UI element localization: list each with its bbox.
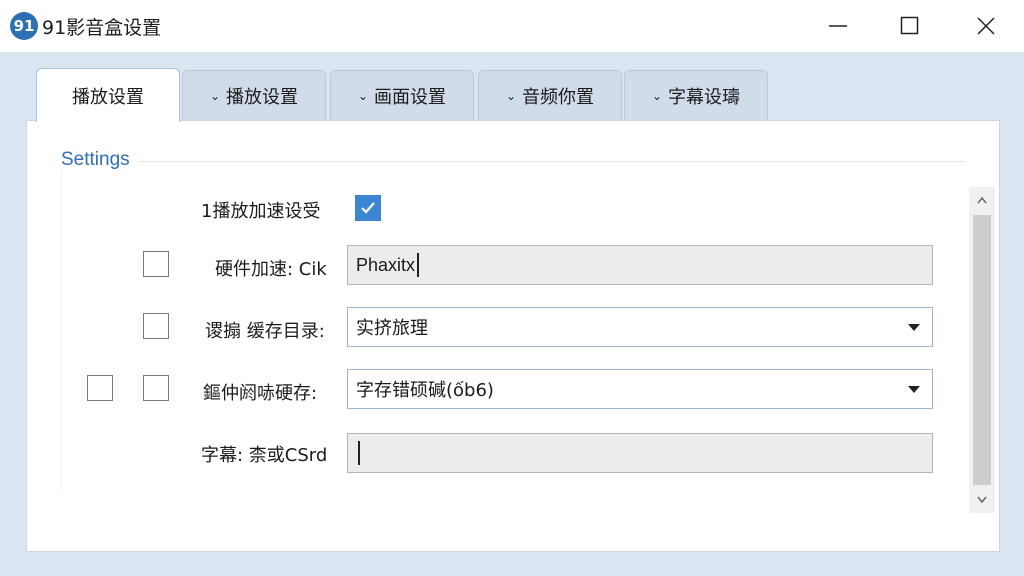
cache-dir-value: 实挤旅理 [356, 318, 428, 339]
maximize-button[interactable] [890, 8, 930, 44]
cache-hw-select[interactable]: 字存错硕碱(ốb6) [347, 369, 933, 409]
cache-hw-label: 鏂仲阏哧硬存: [203, 383, 318, 404]
chevron-up-icon [977, 196, 987, 204]
text-caret [358, 441, 360, 465]
close-icon [977, 17, 995, 35]
scroll-up-button[interactable] [969, 189, 995, 211]
tab-label: 音频你置 [522, 86, 595, 108]
subtitle-label: 字幕: 柰或CSrd [201, 445, 328, 466]
app-icon: 91 [10, 12, 38, 40]
subtitle-input[interactable] [347, 433, 933, 473]
title-bar: 91 91影音盒设置 [0, 0, 1024, 52]
cache-hw-value: 字存错硕碱(ốb6) [356, 380, 494, 401]
scroll-thumb[interactable] [973, 215, 991, 485]
hw-accel-value: Phaxitx [356, 254, 416, 275]
client-area: 播放设置 ⌄ 播放设置 ⌄ 画面设置 ⌄ 音频你置 ⌄ 字幕设璹 Setting… [0, 52, 1024, 576]
playback-accel-label: 1播放加速设受 [201, 201, 321, 222]
tab-playback-settings-2[interactable]: ⌄ 播放设置 [182, 70, 326, 120]
tab-audio-settings[interactable]: ⌄ 音频你置 [478, 70, 622, 120]
cache-dir-label: 谡搧 缓存目录: [205, 321, 325, 342]
close-button[interactable] [966, 8, 1006, 44]
cache-hw-checkbox-b[interactable] [143, 375, 169, 401]
tab-subtitle-settings[interactable]: ⌄ 字幕设璹 [624, 70, 768, 120]
dropdown-arrow-icon [908, 324, 920, 331]
playback-accel-checkbox[interactable] [355, 195, 381, 221]
tab-label: 字幕设璹 [668, 86, 741, 108]
checkmark-icon [361, 202, 375, 214]
tab-picture-settings[interactable]: ⌄ 画面设置 [330, 70, 474, 120]
hw-accel-checkbox[interactable] [143, 251, 169, 277]
group-title: Settings [61, 149, 138, 171]
cache-dir-select[interactable]: 实挤旅理 [347, 307, 933, 347]
chevron-down-icon: ⌄ [505, 88, 517, 103]
chevron-down-icon [977, 496, 987, 504]
group-border [61, 161, 62, 491]
tab-label: 画面设置 [374, 86, 447, 108]
vertical-scrollbar[interactable] [969, 187, 995, 513]
maximize-icon [900, 16, 919, 35]
chevron-down-icon: ⌄ [651, 88, 663, 103]
tab-playback-settings[interactable]: 播放设置 [36, 68, 180, 122]
minimize-button[interactable] [818, 8, 858, 44]
hw-accel-input[interactable]: Phaxitx [347, 245, 933, 285]
chevron-down-icon: ⌄ [209, 88, 221, 103]
settings-panel: Settings 1播放加速设受 硬件加速: Cik Phaxitx 谡搧 缓存… [26, 120, 1000, 552]
group-divider [61, 161, 965, 162]
text-caret [417, 253, 420, 277]
cache-hw-checkbox-a[interactable] [87, 375, 113, 401]
tab-label: 播放设置 [226, 86, 299, 108]
cache-dir-checkbox[interactable] [143, 313, 169, 339]
minimize-icon [829, 25, 847, 27]
scroll-down-button[interactable] [969, 489, 995, 511]
hw-accel-label: 硬件加速: Cik [215, 259, 327, 280]
dropdown-arrow-icon [908, 386, 920, 393]
window-title: 91影音盒设置 [42, 17, 162, 39]
chevron-down-icon: ⌄ [357, 88, 369, 103]
tab-label: 播放设置 [72, 86, 144, 108]
